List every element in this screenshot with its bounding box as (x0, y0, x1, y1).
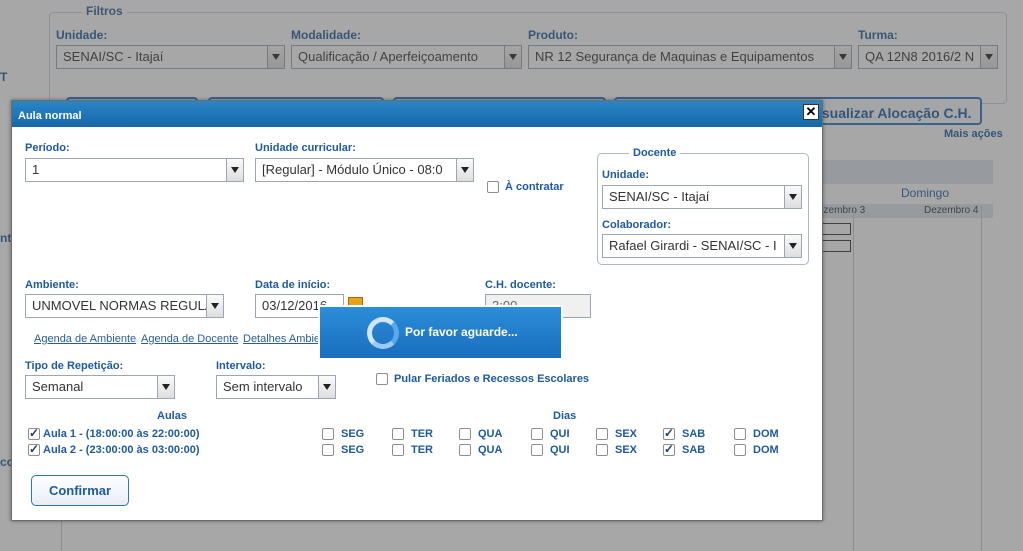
confirmar-button[interactable]: Confirmar (31, 475, 129, 506)
loading-dialog: Por favor aguarde... (318, 305, 563, 360)
spinner-icon (367, 317, 399, 349)
periodo-value: 1 (32, 162, 40, 177)
tipo-repeticao-value: Semanal (32, 379, 84, 394)
intervalo-value: Sem intervalo (223, 379, 303, 394)
docente-unidade-label: Unidade: (602, 169, 650, 181)
docente-legend: Docente (629, 147, 681, 159)
dialog-title: Aula normal (18, 110, 82, 122)
aula-1-day-seg-checkbox[interactable] (322, 428, 334, 440)
aula-2-day-ter-checkbox[interactable] (392, 444, 404, 456)
day-label: QUI (550, 444, 570, 456)
aula-1-day-dom-checkbox[interactable] (734, 428, 746, 440)
day-label: DOM (753, 428, 779, 440)
ambiente-value: UNMOVEL NORMAS REGULAI (32, 298, 218, 313)
a-contratar-checkbox[interactable] (487, 181, 499, 193)
aula-2-day-seg-checkbox[interactable] (322, 444, 334, 456)
aula-1-checkbox[interactable] (28, 426, 40, 440)
pular-feriados-label: Pular Feriados e Recessos Escolares (394, 373, 590, 385)
agenda-docente-link[interactable]: Agenda de Docente (141, 333, 238, 345)
aula-1-day-qua-checkbox[interactable] (459, 428, 471, 440)
day-label: SEG (341, 428, 365, 440)
aula-2-day-dom-checkbox[interactable] (734, 444, 746, 456)
day-label: SEX (615, 428, 638, 440)
day-label: QUI (550, 428, 570, 440)
aula-1-label: Aula 1 - (18:00:00 às 22:00:00) (43, 428, 200, 440)
data-inicio-label: Data de início: (255, 279, 331, 291)
close-icon[interactable]: ✕ (803, 104, 819, 120)
agenda-ambiente-link[interactable]: Agenda de Ambiente (34, 333, 136, 345)
day-label: SEX (615, 444, 638, 456)
aulas-header: Aulas (157, 410, 187, 422)
chevron-down-icon (206, 295, 223, 317)
day-label: QUA (478, 444, 503, 456)
a-contratar-label: À contratar (505, 181, 564, 193)
unidade-curricular-select[interactable]: [Regular] - Módulo Único - 08:0 (255, 158, 474, 182)
aula-2-day-qui-checkbox[interactable] (531, 444, 543, 456)
dias-header: Dias (553, 410, 577, 422)
day-label: SAB (682, 444, 706, 456)
ch-docente-label: C.H. docente: (485, 279, 556, 291)
chevron-down-icon (784, 186, 801, 208)
colaborador-label: Colaborador: (602, 219, 672, 231)
loading-panel: Por favor aguarde... (320, 307, 561, 358)
unidade-curricular-value: [Regular] - Módulo Único - 08:0 (262, 162, 443, 177)
day-label: DOM (753, 444, 779, 456)
aula-1-day-ter-checkbox[interactable] (392, 428, 404, 440)
intervalo-select[interactable]: Sem intervalo (216, 375, 336, 399)
docente-unidade-select[interactable]: SENAI/SC - Itajaí (602, 185, 802, 209)
periodo-select[interactable]: 1 (25, 158, 244, 182)
aula-1-day-qui-checkbox[interactable] (531, 428, 543, 440)
tipo-repeticao-label: Tipo de Repetição: (25, 360, 124, 372)
dialog-titlebar: Aula normal (12, 101, 822, 127)
day-label: TER (411, 444, 433, 456)
aula-2-label: Aula 2 - (23:00:00 às 03:00:00) (43, 444, 200, 456)
aula-2-day-sab-checkbox[interactable] (663, 442, 675, 456)
chevron-down-icon (157, 376, 174, 398)
aula-2-checkbox[interactable] (28, 442, 40, 456)
ambiente-select[interactable]: UNMOVEL NORMAS REGULAI (25, 294, 224, 318)
colaborador-value: Rafael Girardi - SENAI/SC - I (609, 238, 777, 253)
day-label: SEG (341, 444, 365, 456)
tipo-repeticao-select[interactable]: Semanal (25, 375, 175, 399)
pular-feriados-checkbox[interactable] (376, 373, 388, 385)
aula-2-day-qua-checkbox[interactable] (459, 444, 471, 456)
day-label: SAB (682, 428, 706, 440)
unidade-curricular-label: Unidade curricular: (255, 142, 356, 154)
aula-2-day-sex-checkbox[interactable] (596, 444, 608, 456)
periodo-label: Período: (25, 142, 70, 154)
chevron-down-icon (318, 376, 335, 398)
chevron-down-icon (226, 159, 243, 181)
chevron-down-icon (456, 159, 473, 181)
day-label: TER (411, 428, 433, 440)
intervalo-label: Intervalo: (216, 360, 266, 372)
day-label: QUA (478, 428, 503, 440)
loading-text: Por favor aguarde... (405, 325, 518, 339)
chevron-down-icon (784, 235, 801, 257)
docente-unidade-value: SENAI/SC - Itajaí (609, 189, 710, 204)
ambiente-label: Ambiente: (25, 279, 79, 291)
aula-1-day-sex-checkbox[interactable] (596, 428, 608, 440)
aula-1-day-sab-checkbox[interactable] (663, 426, 675, 440)
colaborador-select[interactable]: Rafael Girardi - SENAI/SC - I (602, 234, 802, 258)
detalhes-ambiente-link[interactable]: Detalhes Ambie (243, 333, 320, 345)
